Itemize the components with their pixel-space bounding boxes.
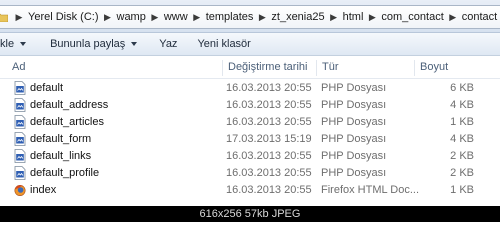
file-date: 16.03.2013 20:55 [226,82,312,94]
breadcrumb-item-zt-xenia25[interactable]: zt_xenia25 [269,11,326,23]
php-file-icon [14,81,26,95]
breadcrumb[interactable]: ▶ Yerel Disk (C:) ▶ wamp ▶ www ▶ templat… [0,5,500,29]
breadcrumb-separator[interactable]: ▶ [12,12,26,23]
breadcrumb-item-templates[interactable]: templates [204,11,256,23]
file-name: default_links [30,150,92,162]
file-name: default_articles [30,116,104,128]
file-list: default 16.03.2013 20:55 PHP Dosyası 6 K… [0,80,500,199]
file-row[interactable]: default_address 16.03.2013 20:55 PHP Dos… [0,97,500,114]
breadcrumb-item-wamp[interactable]: wamp [115,11,148,23]
file-row[interactable]: default_profile 16.03.2013 20:55 PHP Dos… [0,165,500,182]
file-size: 6 KB [450,82,474,94]
breadcrumb-separator[interactable]: ▶ [327,12,341,23]
php-file-icon [14,98,26,112]
breadcrumb-separator[interactable]: ▶ [101,12,115,23]
file-name: default_form [30,133,92,145]
chevron-down-icon [20,42,27,46]
file-date: 16.03.2013 20:55 [226,116,312,128]
organize-label: kle [0,38,15,50]
breadcrumb-item-disk[interactable]: Yerel Disk (C:) [26,11,101,23]
burn-label: Yaz [159,38,178,50]
file-row[interactable]: default 16.03.2013 20:55 PHP Dosyası 6 K… [0,80,500,97]
column-divider[interactable] [316,60,317,76]
column-header-type[interactable]: Tür [322,61,339,73]
file-date: 17.03.2013 15:19 [226,133,312,145]
file-date: 16.03.2013 20:55 [226,184,312,196]
file-type: PHP Dosyası [321,150,387,162]
folder-icon [0,13,8,22]
file-size: 2 KB [450,167,474,179]
column-divider[interactable] [222,60,223,76]
file-name: default [30,82,64,94]
share-with-button[interactable]: Bununla paylaş [42,33,145,55]
file-row[interactable]: default_form 17.03.2013 15:19 PHP Dosyas… [0,131,500,148]
php-file-icon [14,149,26,163]
address-bar: ▶ Yerel Disk (C:) ▶ wamp ▶ www ▶ templat… [0,0,500,33]
file-size: 1 KB [450,184,474,196]
breadcrumb-item-html[interactable]: html [341,11,366,23]
breadcrumb-item-www[interactable]: www [162,11,190,23]
file-row[interactable]: default_articles 16.03.2013 20:55 PHP Do… [0,114,500,131]
file-size: 2 KB [450,150,474,162]
burn-button[interactable]: Yaz [151,33,185,55]
file-size: 4 KB [450,133,474,145]
file-type: PHP Dosyası [321,82,387,94]
file-row[interactable]: index 16.03.2013 20:55 Firefox HTML Doc.… [0,182,500,199]
file-date: 16.03.2013 20:55 [226,150,312,162]
breadcrumb-separator[interactable]: ▶ [148,12,162,23]
column-header-name[interactable]: Ad [12,61,25,73]
image-info-caption: 616x256 57kb JPEG [0,206,500,222]
file-type: PHP Dosyası [321,99,387,111]
breadcrumb-item-contact[interactable]: contact [460,11,499,23]
new-folder-label: Yeni klasör [197,38,251,50]
file-row[interactable]: default_links 16.03.2013 20:55 PHP Dosya… [0,148,500,165]
command-bar: kle Bununla paylaş Yaz Yeni klasör [0,33,500,56]
file-date: 16.03.2013 20:55 [226,99,312,111]
file-name: default_profile [30,167,100,179]
file-date: 16.03.2013 20:55 [226,167,312,179]
firefox-html-icon [14,185,26,196]
column-header-date[interactable]: Değiştirme tarihi [228,61,307,73]
breadcrumb-separator[interactable]: ▶ [446,12,460,23]
column-divider[interactable] [414,60,415,76]
php-file-icon [14,166,26,180]
chevron-down-icon [131,42,138,46]
file-type: PHP Dosyası [321,116,387,128]
file-type: PHP Dosyası [321,167,387,179]
breadcrumb-separator[interactable]: ▶ [190,12,204,23]
file-size: 1 KB [450,116,474,128]
php-file-icon [14,115,26,129]
column-header-size[interactable]: Boyut [420,61,448,73]
column-header-row: Ad Değiştirme tarihi Tür Boyut [0,58,500,79]
breadcrumb-item-com-contact[interactable]: com_contact [379,11,445,23]
share-with-label: Bununla paylaş [50,38,126,50]
file-type: Firefox HTML Doc... [321,184,419,196]
breadcrumb-separator[interactable]: ▶ [365,12,379,23]
organize-button[interactable]: kle [0,33,34,55]
file-size: 4 KB [450,99,474,111]
file-name: index [30,184,57,196]
file-type: PHP Dosyası [321,133,387,145]
breadcrumb-separator[interactable]: ▶ [255,12,269,23]
file-name: default_address [30,99,109,111]
new-folder-button[interactable]: Yeni klasör [189,33,258,55]
php-file-icon [14,132,26,146]
